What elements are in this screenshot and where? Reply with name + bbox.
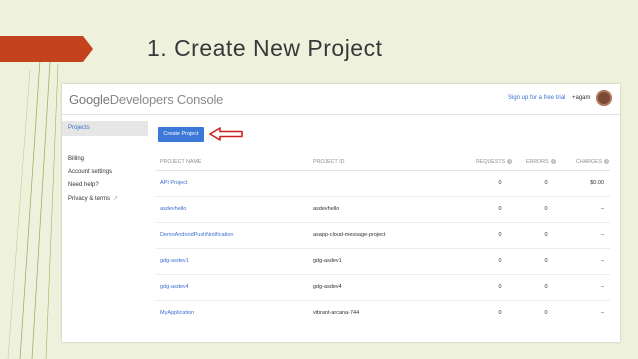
sidebar-item-account-settings[interactable]: Account settings <box>62 169 148 175</box>
table-row: DemoAndroidPushNotification asapp-cloud-… <box>156 223 610 249</box>
requests-value: 0 <box>498 310 502 316</box>
errors-value: 0 <box>544 284 548 290</box>
external-link-icon: ↗ <box>113 196 119 202</box>
charges-value: $0.00 <box>590 180 604 186</box>
avatar[interactable] <box>596 90 612 106</box>
project-id: asapp-cloud-message-project <box>313 232 386 238</box>
charges-value: – <box>600 206 604 212</box>
table-row: asdevhello asdevhello 0 0 – <box>156 197 610 223</box>
sidebar-item-privacy[interactable]: Privacy & terms ↗ <box>62 195 148 202</box>
charges-value: – <box>600 310 604 316</box>
requests-value: 0 <box>498 180 502 186</box>
requests-value: 0 <box>498 258 502 264</box>
signup-link[interactable]: Sign up for a free trial <box>508 95 565 101</box>
header-charges-label: CHARGES <box>576 159 603 165</box>
red-arrow-icon <box>209 127 243 141</box>
sidebar-item-need-help[interactable]: Need help? <box>62 182 148 188</box>
console-header: GoogleDevelopers Console Sign up for a f… <box>62 84 620 115</box>
help-icon[interactable]: ? <box>550 159 556 165</box>
requests-value: 0 <box>498 232 502 238</box>
header-requests-label: REQUESTS <box>476 159 506 165</box>
project-name-link[interactable]: MyApplication <box>160 310 194 316</box>
table-row: API Project 0 0 $0.00 <box>156 171 610 197</box>
header-errors[interactable]: ERRORS? <box>526 159 556 165</box>
console-screenshot: GoogleDevelopers Console Sign up for a f… <box>62 84 620 342</box>
logo-brand: Google <box>69 92 110 107</box>
table-row: MyApplication vibrant-arcana-744 0 0 – <box>156 301 610 326</box>
user-account-label[interactable]: +agam <box>572 95 591 101</box>
project-id: gdg-asdev1 <box>313 258 342 264</box>
errors-value: 0 <box>544 310 548 316</box>
project-name-link[interactable]: gdg-asdev1 <box>160 258 189 264</box>
header-project-name[interactable]: PROJECT NAME <box>160 159 201 165</box>
table-row: gdg-asdev1 gdg-asdev1 0 0 – <box>156 249 610 275</box>
slide-title: 1. Create New Project <box>147 35 383 61</box>
project-id: vibrant-arcana-744 <box>313 310 360 316</box>
sidebar-item-projects[interactable]: Projects <box>62 121 148 136</box>
create-project-button[interactable]: Create Project <box>158 127 204 142</box>
charges-value: – <box>600 232 604 238</box>
project-name-link[interactable]: gdg-asdev4 <box>160 284 189 290</box>
errors-value: 0 <box>544 180 548 186</box>
help-icon[interactable]: ? <box>507 159 513 165</box>
table-header: PROJECT NAME PROJECT ID REQUESTS? ERRORS… <box>156 152 610 171</box>
console-logo[interactable]: GoogleDevelopers Console <box>69 92 223 107</box>
sidebar: Projects Billing Account settings Need h… <box>62 115 148 342</box>
title-accent-arrow <box>83 36 93 62</box>
errors-value: 0 <box>544 206 548 212</box>
projects-table: PROJECT NAME PROJECT ID REQUESTS? ERRORS… <box>156 152 610 326</box>
errors-value: 0 <box>544 232 548 238</box>
logo-product: Developers Console <box>109 92 224 107</box>
charges-value: – <box>600 284 604 290</box>
sidebar-item-billing[interactable]: Billing <box>62 156 148 162</box>
project-name-link[interactable]: DemoAndroidPushNotification <box>160 232 233 238</box>
table-row: gdg-asdev4 gdg-asdev4 0 0 – <box>156 275 610 301</box>
requests-value: 0 <box>498 206 502 212</box>
requests-value: 0 <box>498 284 502 290</box>
project-name-link[interactable]: asdevhello <box>160 206 186 212</box>
project-name-link[interactable]: API Project <box>160 180 188 186</box>
header-charges[interactable]: CHARGES? <box>576 159 610 165</box>
project-id: gdg-asdev4 <box>313 284 342 290</box>
header-requests[interactable]: REQUESTS? <box>476 159 513 165</box>
header-errors-label: ERRORS <box>526 159 549 165</box>
help-icon[interactable]: ? <box>604 159 610 165</box>
project-id: asdevhello <box>313 206 340 212</box>
sidebar-item-label: Privacy & terms <box>68 196 111 202</box>
header-project-id[interactable]: PROJECT ID <box>313 159 344 165</box>
charges-value: – <box>600 258 604 264</box>
title-accent-bar <box>0 36 83 62</box>
errors-value: 0 <box>544 258 548 264</box>
